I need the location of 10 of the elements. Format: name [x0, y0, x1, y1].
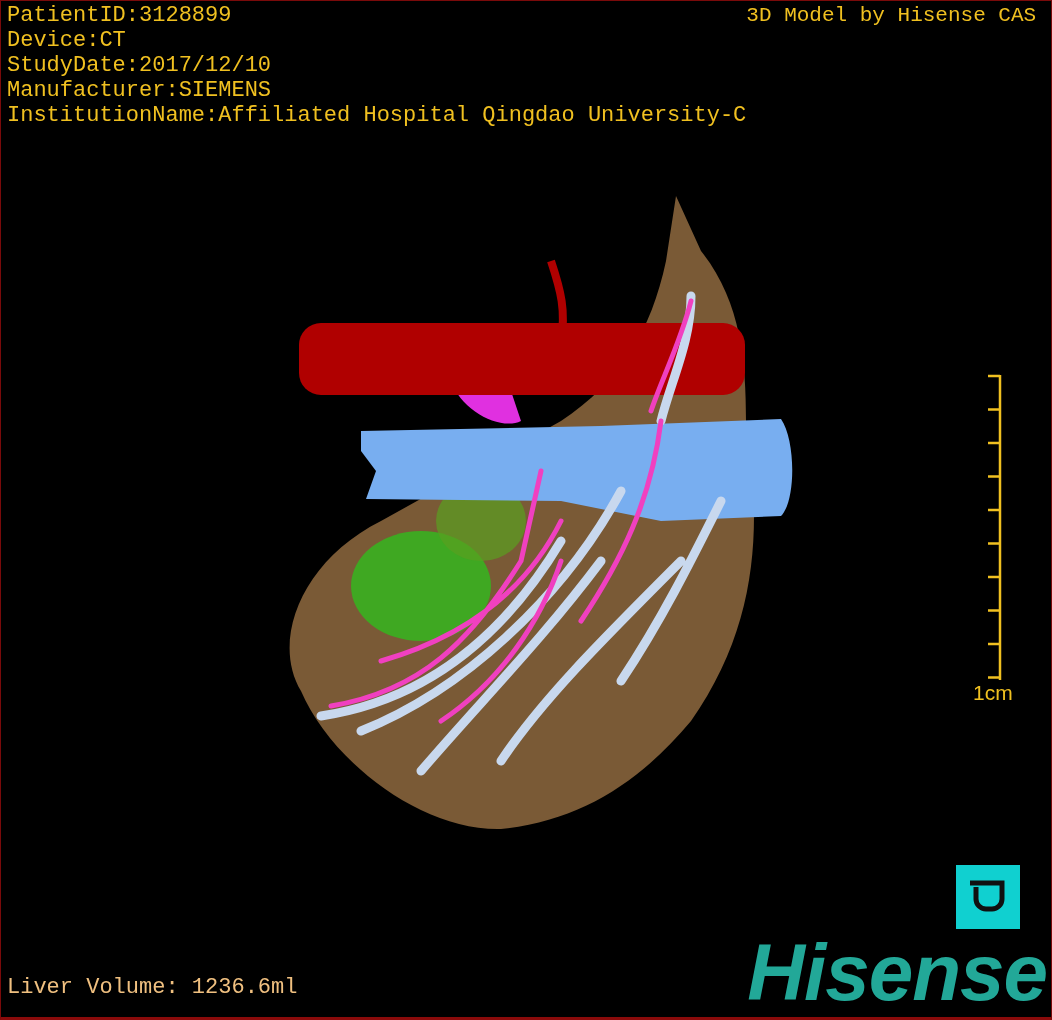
study-info-text: InstitutionName:Affiliated Hospital Qingdao University-C — [7, 103, 747, 128]
scale-label: 1cm — [973, 681, 1013, 705]
brand-logo: Hisense — [747, 935, 1048, 1011]
study-info-text: PatientID:3128899 — [7, 3, 233, 28]
study-info-text: StudyDate:2017/12/10 — [7, 53, 273, 78]
study-info-text: Manufacturer:SIEMENS — [7, 78, 273, 103]
logo-icon — [956, 865, 1020, 929]
liver-volume-text: Liver Volume: 1236.6ml — [7, 975, 298, 1002]
model-credit-text: 3D Model by Hisense CAS — [746, 3, 1037, 28]
study-info-text: Device:CT — [7, 28, 127, 53]
